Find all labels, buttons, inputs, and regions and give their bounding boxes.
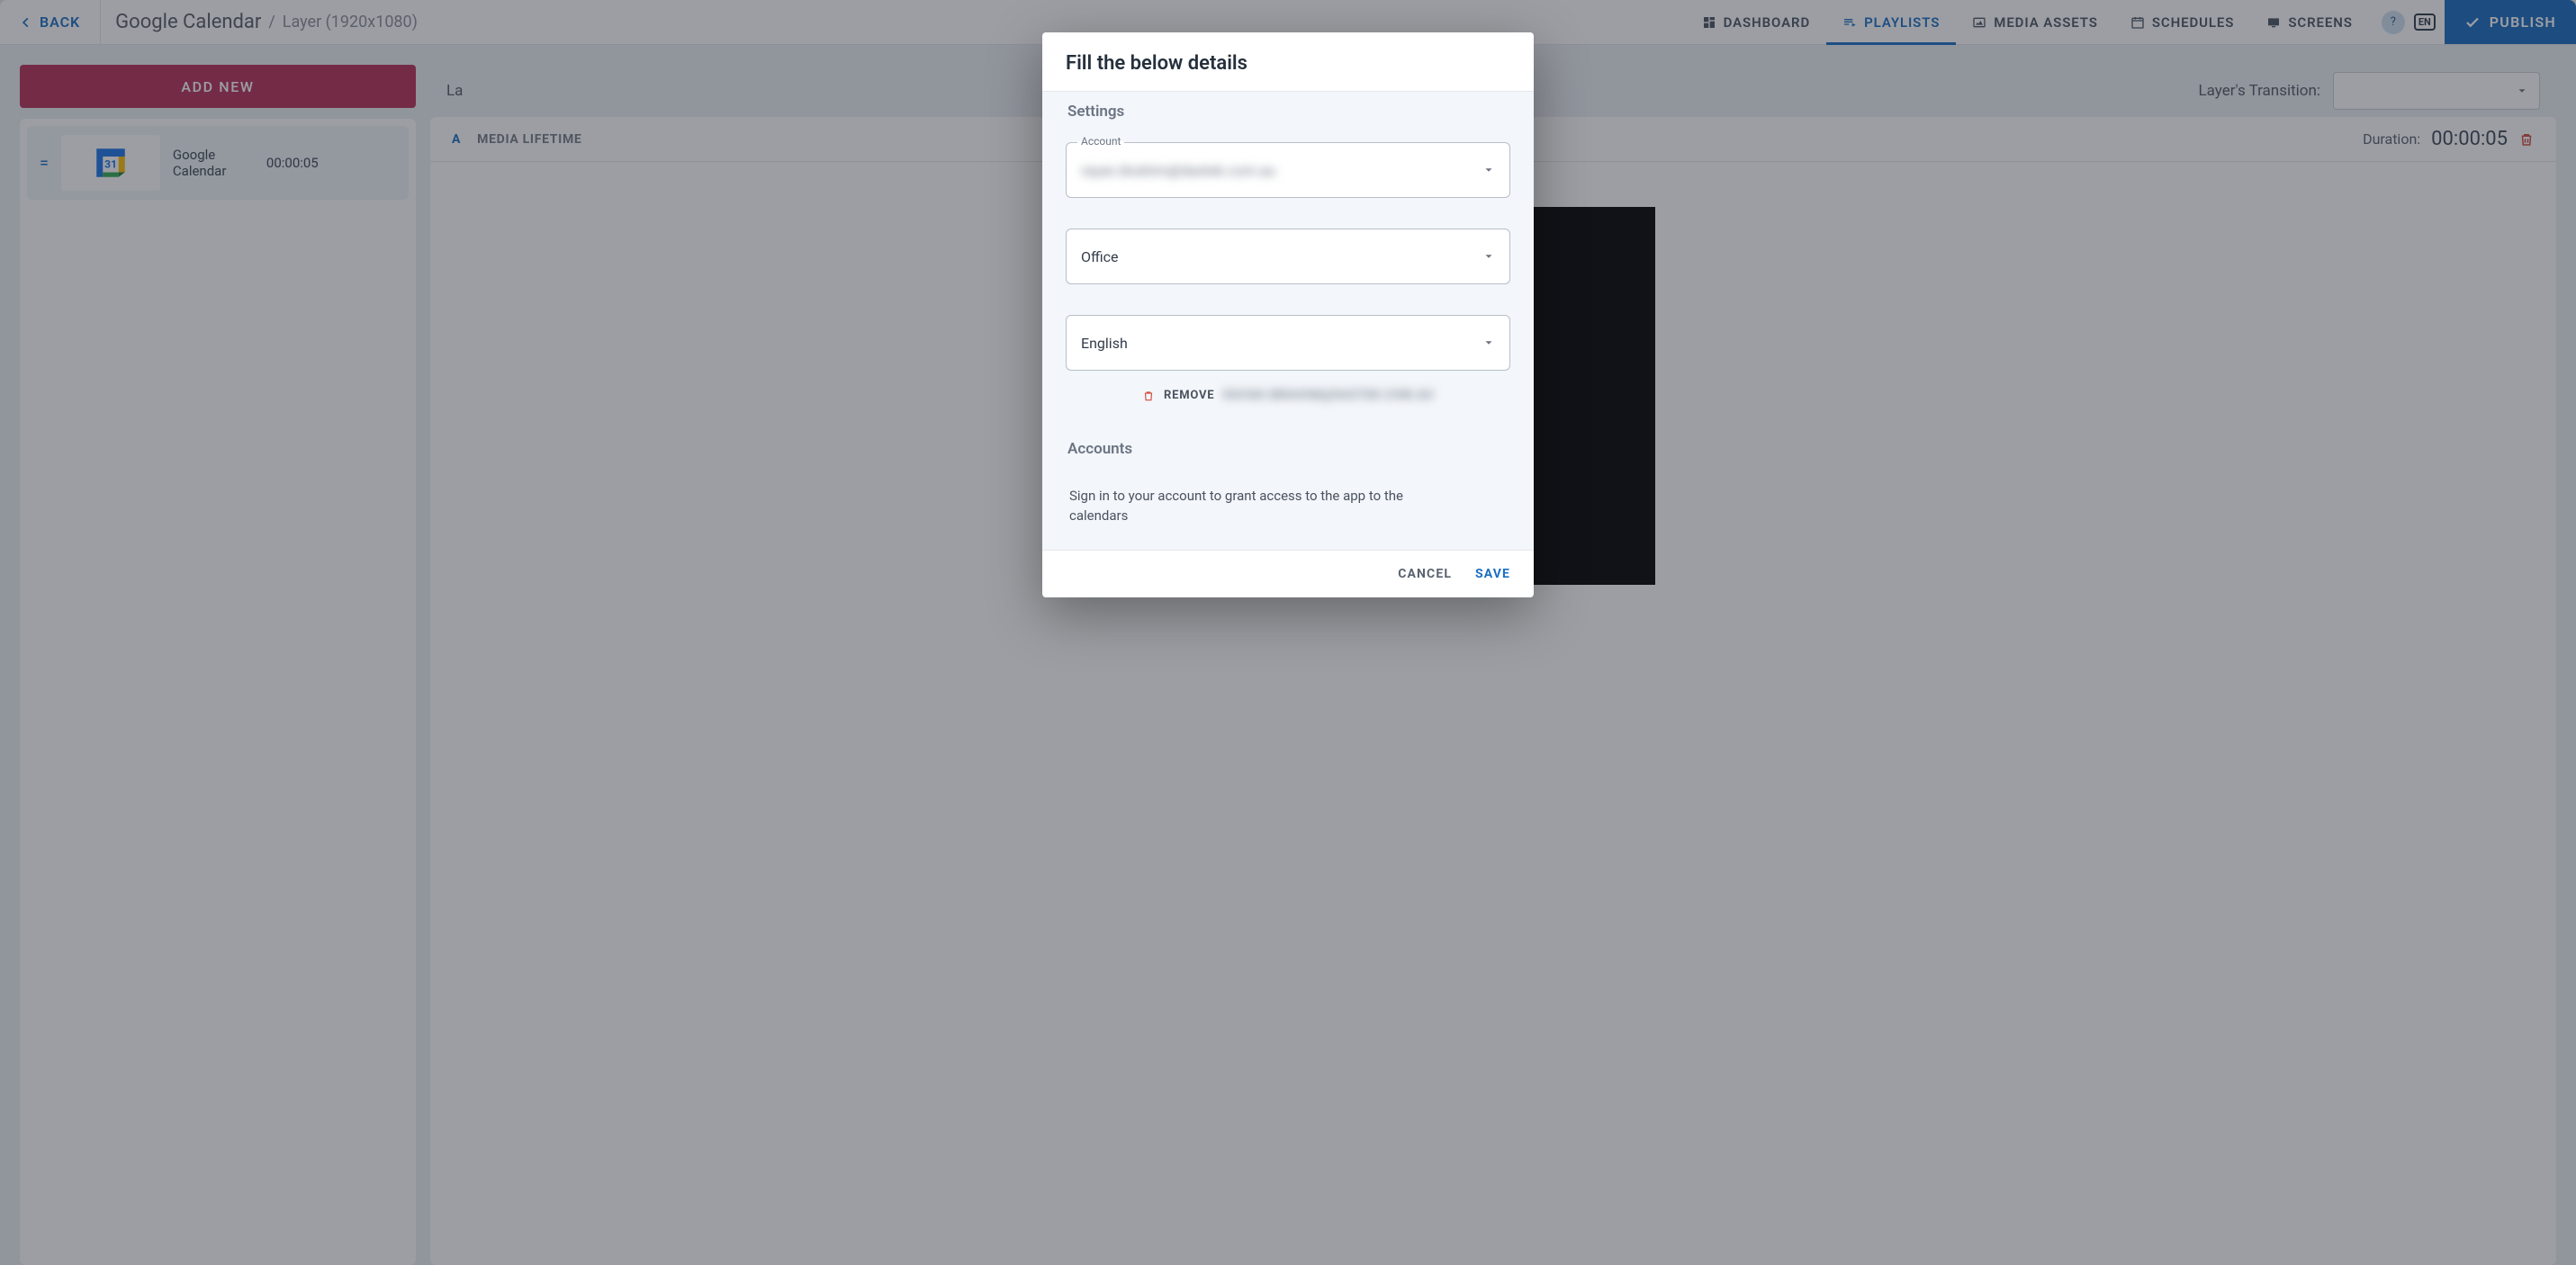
remove-label: REMOVE: [1164, 389, 1214, 402]
language-select[interactable]: English: [1066, 315, 1510, 371]
chevron-down-icon: [1482, 250, 1495, 263]
calendar-field-value: Office: [1081, 248, 1482, 265]
modal-scrim[interactable]: Fill the below details Settings Account …: [0, 0, 2576, 1265]
chevron-down-icon: [1482, 336, 1495, 349]
chevron-down-icon: [1482, 164, 1495, 176]
accounts-help-text: Sign in to your account to grant access …: [1066, 467, 1426, 532]
trash-icon: [1142, 390, 1155, 402]
remove-target: RAYAN.IBRAHIM@DASTEK.COM.AU: [1223, 389, 1434, 402]
modal-title: Fill the below details: [1042, 32, 1534, 91]
language-field-value: English: [1081, 335, 1482, 352]
settings-section-title: Settings: [1066, 92, 1510, 130]
account-select[interactable]: Account rayan.ibrahim@dastek.com.au: [1066, 142, 1510, 198]
remove-account-button[interactable]: REMOVE RAYAN.IBRAHIM@DASTEK.COM.AU: [1066, 389, 1510, 402]
account-field-value: rayan.ibrahim@dastek.com.au: [1081, 162, 1482, 179]
cancel-button[interactable]: CANCEL: [1398, 567, 1452, 581]
account-field-label: Account: [1077, 135, 1124, 148]
settings-modal: Fill the below details Settings Account …: [1042, 32, 1534, 597]
accounts-section-title: Accounts: [1066, 429, 1510, 467]
save-button[interactable]: SAVE: [1475, 567, 1510, 581]
calendar-select[interactable]: Office: [1066, 229, 1510, 284]
